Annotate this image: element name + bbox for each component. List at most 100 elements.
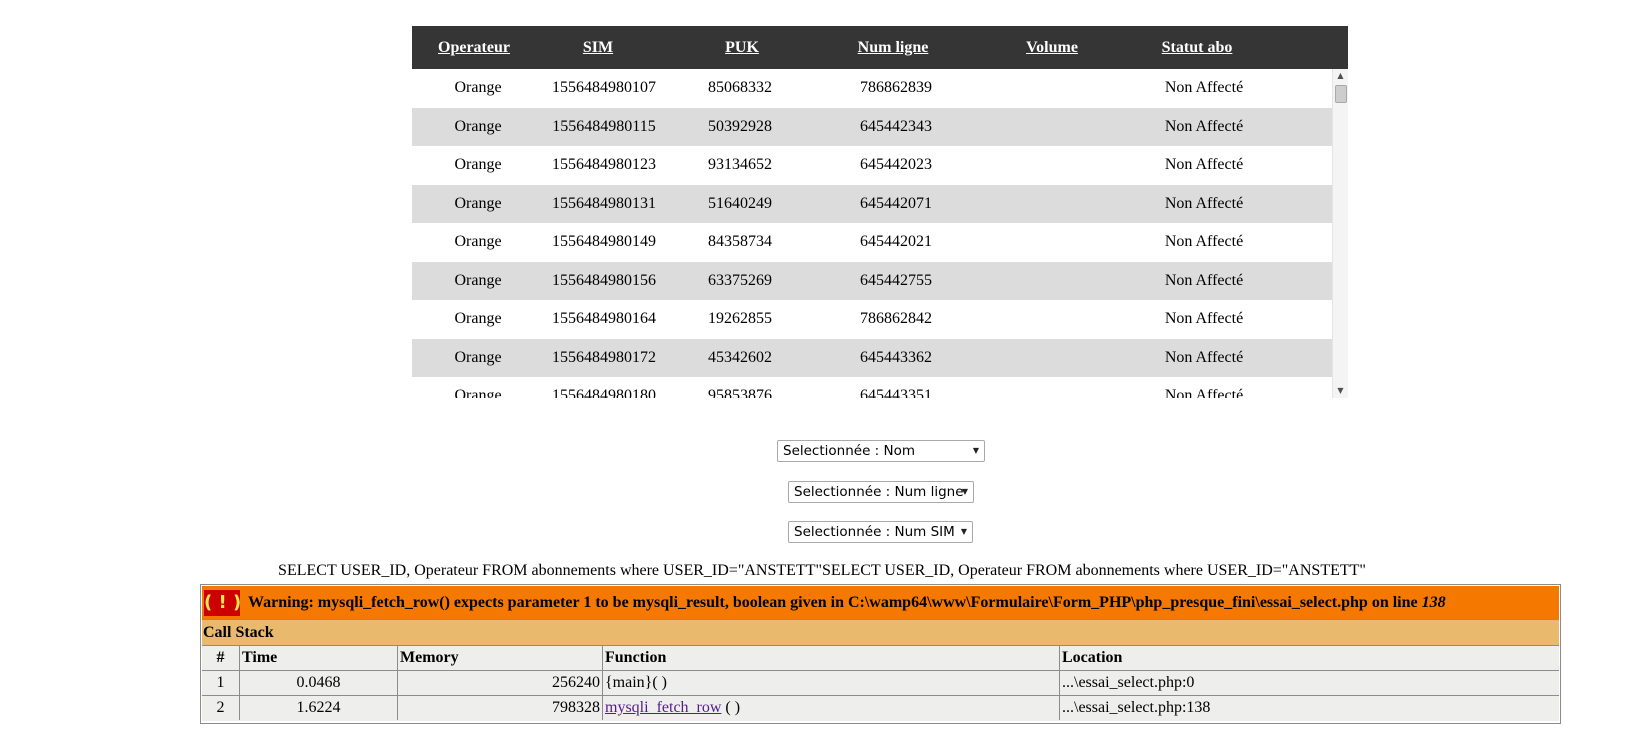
cell-sim: 1556484980107 [552,79,656,96]
cell-num-ligne: 645442755 [860,271,932,289]
abonnements-table: Operateur SIM PUK Num ligne Volume Statu… [412,26,1348,398]
cell-memory: 256240 [398,671,603,695]
cell-num: 2 [202,696,240,720]
cell-puk: 51640249 [708,194,772,212]
table-row: Orange 1556484980123 93134652 645442023 … [412,146,1332,185]
cell-sim: 1556484980164 [552,310,656,327]
header-sim[interactable]: SIM [583,26,613,69]
col-time: Time [240,646,398,670]
table-body[interactable]: Orange 1556484980107 85068332 786862839 … [412,69,1332,398]
warning-text: Warning: mysqli_fetch_row() expects para… [248,594,1422,611]
scroll-down-arrow-icon[interactable]: ▼ [1333,384,1348,398]
warning-icon: ( ! ) [204,590,241,616]
table-row: Orange 1556484980149 84358734 645442021 … [412,223,1332,262]
col-memory: Memory [398,646,603,670]
cell-num-ligne: 645442023 [860,156,932,173]
cell-puk: 19262855 [708,310,772,327]
scrollbar-thumb[interactable] [1335,85,1347,103]
call-stack-title: Call Stack [202,620,1559,646]
table-row: Orange 1556484980107 85068332 786862839 … [412,69,1332,108]
cell-sim: 1556484980131 [552,194,656,212]
select-num-ligne[interactable]: Selectionnée : Num ligne ▼ [788,481,974,503]
cell-puk: 63375269 [708,271,772,289]
col-num: # [202,646,240,670]
cell-num-ligne: 645443351 [860,387,932,398]
sql-query-output: SELECT USER_ID, Operateur FROM abonnemen… [278,562,1366,579]
select-nom-value: Selectionnée : Nom [783,443,916,459]
cell-time: 0.0468 [240,671,398,695]
cell-num-ligne: 645442343 [860,117,932,135]
cell-num-ligne: 645442021 [860,233,932,250]
cell-operateur: Orange [454,233,502,250]
cell-location: ...\essai_select.php:138 [1062,699,1211,716]
cell-operateur: Orange [454,194,502,212]
cell-num-ligne: 645443362 [860,348,932,366]
warning-message: Warning: mysqli_fetch_row() expects para… [248,586,1446,619]
php-warning-table: ( ! ) Warning: mysqli_fetch_row() expect… [200,584,1561,724]
cell-memory: 798328 [398,696,603,720]
cell-statut-abo: Non Affecté [1164,156,1244,173]
dropdown-arrow-icon: ▼ [972,446,979,455]
cell-statut-abo: Non Affecté [1164,271,1244,289]
table-scrollbar[interactable]: ▲ ▼ [1332,69,1348,398]
table-row: Orange 1556484980180 95853876 645443351 … [412,377,1332,398]
header-operateur[interactable]: Operateur [438,26,510,69]
select-num-sim-value: Selectionnée : Num SIM [794,524,955,540]
select-num-sim[interactable]: Selectionnée : Num SIM ▼ [788,521,973,543]
cell-num: 1 [202,671,240,695]
dropdown-arrow-icon: ▼ [961,487,968,496]
cell-operateur: Orange [454,271,502,289]
cell-function: mysqli_fetch_row ( ) [603,696,1060,720]
warning-banner: ( ! ) Warning: mysqli_fetch_row() expect… [202,586,1559,620]
cell-puk: 50392928 [708,117,772,135]
cell-puk: 45342602 [708,348,772,366]
scroll-up-arrow-icon[interactable]: ▲ [1333,69,1348,83]
function-suffix: ( ) [721,699,741,716]
cell-sim: 1556484980115 [552,117,656,135]
cell-operateur: Orange [454,117,502,135]
cell-sim: 1556484980156 [552,271,656,289]
cell-operateur: Orange [454,310,502,327]
table-row: Orange 1556484980131 51640249 645442071 … [412,184,1332,223]
select-nom[interactable]: Selectionnée : Nom ▼ [777,440,985,462]
cell-puk: 84358734 [708,233,772,250]
header-statut-abo[interactable]: Statut abo [1162,26,1233,69]
cell-sim: 1556484980172 [552,348,656,366]
call-stack-header: # Time Memory Function Location [202,646,1559,671]
cell-statut-abo: Non Affecté [1164,233,1244,250]
cell-location: ...\essai_select.php:0 [1062,674,1195,691]
col-location: Location [1062,649,1123,666]
cell-sim: 1556484980123 [552,156,656,173]
header-volume[interactable]: Volume [1026,26,1078,69]
cell-puk: 95853876 [708,387,772,398]
cell-time: 1.6224 [240,696,398,720]
select-num-ligne-value: Selectionnée : Num ligne [794,484,964,500]
cell-num-ligne: 786862839 [860,79,932,96]
cell-num-ligne: 786862842 [860,310,932,327]
header-puk[interactable]: PUK [725,26,759,69]
cell-statut-abo: Non Affecté [1164,348,1244,366]
cell-operateur: Orange [454,348,502,366]
cell-statut-abo: Non Affecté [1164,387,1244,398]
table-row: Orange 1556484980156 63375269 645442755 … [412,261,1332,300]
cell-function: {main}( ) [603,671,1060,695]
table-row: Orange 1556484980164 19262855 786862842 … [412,300,1332,339]
dropdown-arrow-icon: ▼ [960,527,967,536]
cell-statut-abo: Non Affecté [1164,79,1244,96]
cell-sim: 1556484980149 [552,233,656,250]
table-row: Orange 1556484980172 45342602 645443362 … [412,338,1332,377]
cell-puk: 85068332 [708,79,772,96]
cell-puk: 93134652 [708,156,772,173]
table-row: Orange 1556484980115 50392928 645442343 … [412,107,1332,146]
cell-sim: 1556484980180 [552,387,656,398]
warning-line-number: 138 [1421,594,1446,611]
call-stack-row: 2 1.6224 798328 mysqli_fetch_row ( ) ...… [202,696,1559,721]
call-stack-row: 1 0.0468 256240 {main}( ) ...\essai_sele… [202,671,1559,696]
cell-operateur: Orange [454,79,502,96]
cell-num-ligne: 645442071 [860,194,932,212]
cell-operateur: Orange [454,156,502,173]
header-num-ligne[interactable]: Num ligne [858,26,929,69]
col-function: Function [603,646,1060,670]
cell-statut-abo: Non Affecté [1164,117,1244,135]
mysqli-fetch-row-link[interactable]: mysqli_fetch_row [605,699,721,716]
